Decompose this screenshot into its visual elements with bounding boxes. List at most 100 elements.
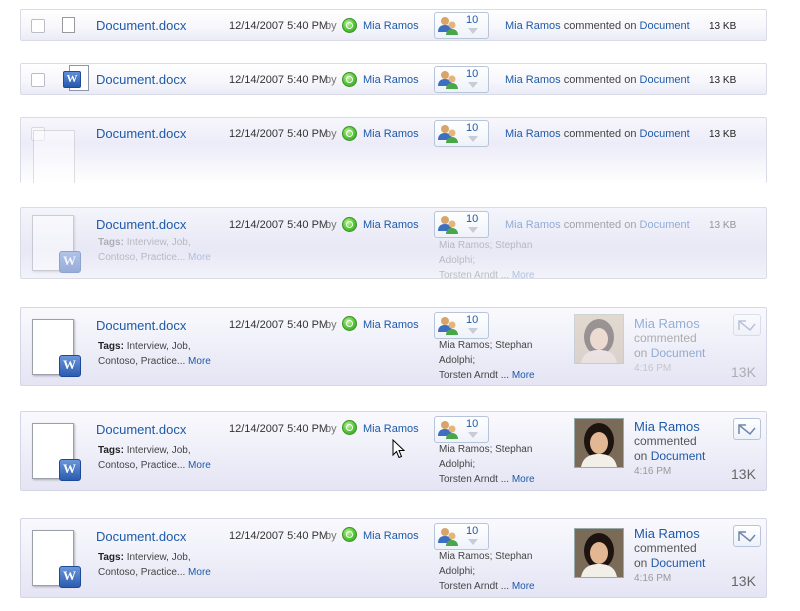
people-more-link[interactable]: More — [512, 581, 535, 592]
share-count: 10 — [466, 68, 479, 80]
activity-description: commented on Document — [634, 541, 705, 571]
activity-target-link[interactable]: Document — [640, 20, 690, 32]
share-count-button[interactable]: 10 — [434, 312, 489, 339]
reply-icon — [738, 320, 756, 332]
document-title[interactable]: Document.docx — [96, 318, 186, 333]
presence-online-icon — [342, 18, 357, 33]
chevron-down-icon — [468, 82, 478, 88]
document-title[interactable]: Document.docx — [96, 529, 186, 544]
share-count: 10 — [466, 14, 479, 26]
presence-online-icon — [342, 217, 357, 232]
reply-icon — [738, 424, 756, 436]
share-count-button[interactable]: 10 — [434, 211, 489, 238]
document-preview-thumbnail: W — [29, 213, 81, 275]
activity-target-link[interactable]: Document — [651, 556, 706, 570]
word-document-icon: W — [59, 566, 81, 588]
avatar[interactable] — [574, 418, 624, 468]
shared-people-icon — [438, 317, 458, 335]
activity-target-link[interactable]: Document — [640, 219, 690, 231]
presence-online-icon — [342, 316, 357, 331]
modified-date: 12/14/2007 5:40 PM — [229, 219, 329, 231]
by-label: by — [325, 319, 337, 331]
presence-online-icon — [342, 72, 357, 87]
document-row-5[interactable]: W Document.docx 12/14/2007 5:40 PM by Mi… — [20, 307, 767, 386]
chevron-down-icon — [468, 28, 478, 34]
select-checkbox[interactable] — [31, 73, 45, 87]
people-more-link[interactable]: More — [512, 370, 535, 381]
activity-author-link[interactable]: Mia Ramos — [505, 128, 561, 140]
document-row-3[interactable]: Document.docx 12/14/2007 5:40 PM by Mia … — [20, 117, 767, 183]
activity-person-name[interactable]: Mia Ramos — [634, 419, 700, 434]
document-title[interactable]: Document.docx — [96, 422, 186, 437]
presence-online-icon — [342, 126, 357, 141]
shared-people-icon — [438, 528, 458, 546]
by-label: by — [325, 530, 337, 542]
author-link[interactable]: Mia Ramos — [363, 128, 419, 140]
tags-label: Tags: — [98, 341, 124, 352]
activity-target-link[interactable]: Document — [640, 74, 690, 86]
word-document-icon: W — [59, 459, 81, 481]
avatar[interactable] — [574, 314, 624, 364]
modified-date: 12/14/2007 5:40 PM — [229, 423, 329, 435]
share-count-button[interactable]: 10 — [434, 416, 489, 443]
activity-target-link[interactable]: Document — [651, 449, 706, 463]
recent-activity: Mia Ramos commented on Document — [505, 219, 690, 231]
tags-more-link[interactable]: More — [188, 567, 211, 578]
people-line-2: Torsten Arndt ... — [439, 270, 510, 279]
tags-list: Tags: Interview, Job, Contoso, Practice.… — [98, 443, 223, 473]
share-count-button[interactable]: 10 — [434, 12, 489, 39]
document-title[interactable]: Document.docx — [96, 72, 186, 87]
document-preview-thumbnail: W — [29, 528, 81, 590]
document-title[interactable]: Document.docx — [96, 18, 186, 33]
shared-people-list: Mia Ramos; Stephan Adolphi; Torsten Arnd… — [439, 238, 569, 279]
author-link[interactable]: Mia Ramos — [363, 219, 419, 231]
avatar[interactable] — [574, 528, 624, 578]
document-row-1[interactable]: Document.docx 12/14/2007 5:40 PM by Mia … — [20, 9, 767, 41]
file-size: 13 KB — [709, 220, 737, 231]
reply-button[interactable] — [733, 314, 761, 336]
chevron-down-icon — [468, 227, 478, 233]
people-line-1: Mia Ramos; Stephan Adolphi; — [439, 240, 533, 266]
document-row-7[interactable]: W Document.docx 12/14/2007 5:40 PM by Mi… — [20, 518, 767, 598]
author-link[interactable]: Mia Ramos — [363, 423, 419, 435]
activity-target-link[interactable]: Document — [651, 346, 706, 360]
tags-label: Tags: — [98, 552, 124, 563]
chevron-down-icon — [468, 328, 478, 334]
file-size: 13 KB — [709, 75, 737, 86]
share-count-button[interactable]: 10 — [434, 523, 489, 550]
activity-on: on — [634, 346, 648, 360]
select-checkbox[interactable] — [31, 19, 45, 33]
people-line-2: Torsten Arndt ... — [439, 370, 510, 381]
document-row-4[interactable]: W Document.docx 12/14/2007 5:40 PM by Mi… — [20, 207, 767, 279]
share-count-button[interactable]: 10 — [434, 66, 489, 93]
people-more-link[interactable]: More — [512, 474, 535, 485]
tags-more-link[interactable]: More — [188, 460, 211, 471]
shared-people-icon — [438, 71, 458, 89]
document-title[interactable]: Document.docx — [96, 217, 186, 232]
tags-more-link[interactable]: More — [188, 252, 211, 263]
reply-button[interactable] — [733, 418, 761, 440]
activity-author-link[interactable]: Mia Ramos — [505, 219, 561, 231]
shared-people-list: Mia Ramos; Stephan Adolphi; Torsten Arnd… — [439, 549, 569, 594]
share-count-button[interactable]: 10 — [434, 120, 489, 147]
author-link[interactable]: Mia Ramos — [363, 20, 419, 32]
file-size-large: 13K — [731, 573, 756, 589]
activity-time: 4:16 PM — [634, 466, 672, 477]
activity-author-link[interactable]: Mia Ramos — [505, 20, 561, 32]
document-row-2[interactable]: W Document.docx 12/14/2007 5:40 PM by Mi… — [20, 63, 767, 95]
activity-target-link[interactable]: Document — [640, 128, 690, 140]
reply-button[interactable] — [733, 525, 761, 547]
tags-more-link[interactable]: More — [188, 356, 211, 367]
document-title[interactable]: Document.docx — [96, 126, 186, 141]
activity-person-name[interactable]: Mia Ramos — [634, 316, 700, 331]
document-row-6[interactable]: W Document.docx 12/14/2007 5:40 PM by Mi… — [20, 411, 767, 491]
reply-icon — [738, 531, 756, 543]
author-link[interactable]: Mia Ramos — [363, 319, 419, 331]
author-link[interactable]: Mia Ramos — [363, 530, 419, 542]
activity-person-name[interactable]: Mia Ramos — [634, 526, 700, 541]
file-size: 13 KB — [709, 129, 737, 140]
people-more-link[interactable]: More — [512, 270, 535, 278]
activity-text: commented on — [563, 20, 637, 32]
activity-author-link[interactable]: Mia Ramos — [505, 74, 561, 86]
author-link[interactable]: Mia Ramos — [363, 74, 419, 86]
